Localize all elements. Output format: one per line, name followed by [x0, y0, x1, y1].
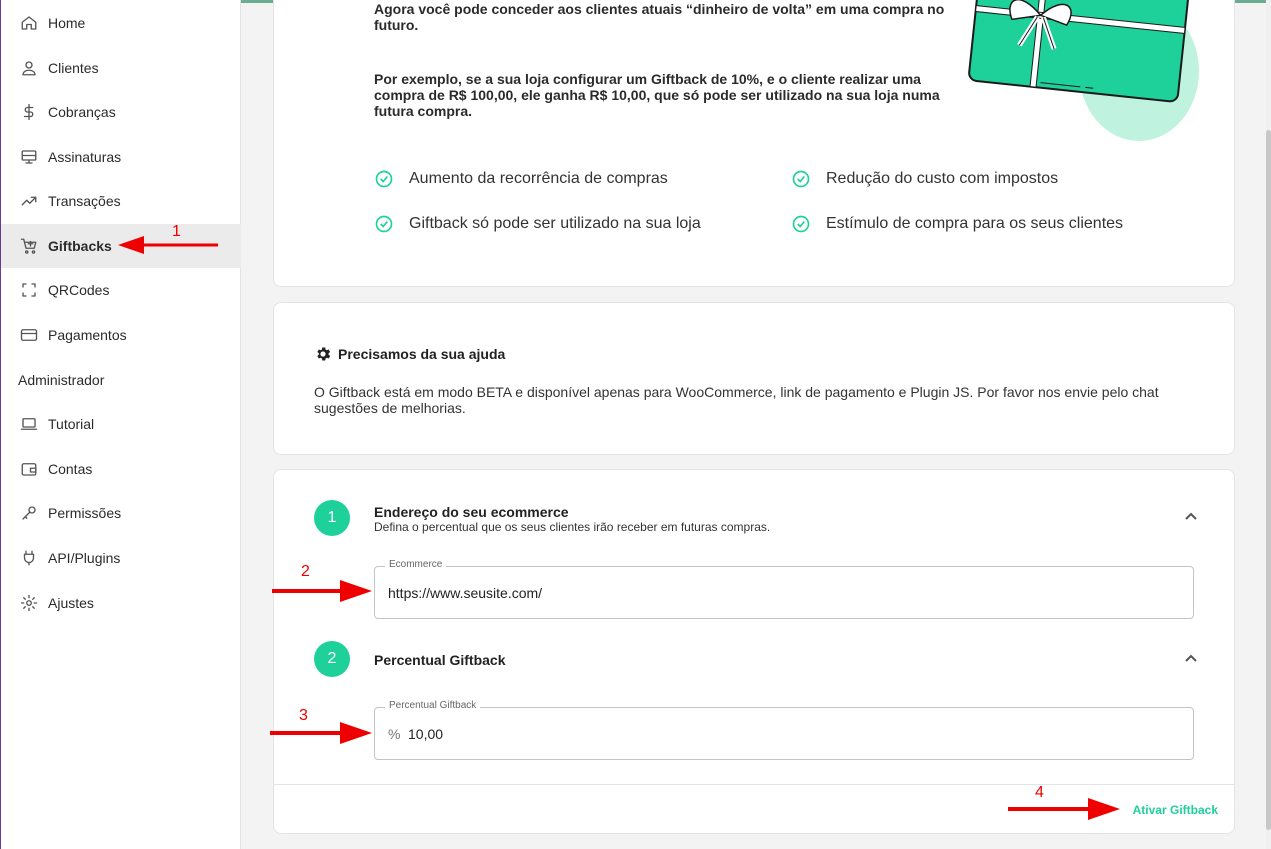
gear-icon [317, 347, 331, 361]
intro-text-2: Por exemplo, se a sua loja configurar um… [374, 71, 940, 119]
activate-giftback-button[interactable]: Ativar Giftback [1133, 803, 1218, 817]
sidebar-item-label: Home [48, 15, 86, 31]
benefit-label: Giftback só pode ser utilizado na sua lo… [409, 215, 701, 232]
check-circle-icon [375, 170, 393, 188]
help-card: Precisamos da sua ajuda O Giftback está … [273, 302, 1235, 455]
check-circle-icon [792, 170, 810, 188]
sidebar-item-tutorial[interactable]: Tutorial [1, 402, 241, 446]
sidebar-item-assinaturas[interactable]: Assinaturas [1, 135, 241, 179]
check-circle-icon [375, 215, 393, 233]
gear-icon [19, 593, 39, 613]
sidebar-item-qrcodes[interactable]: QRCodes [1, 268, 241, 312]
sidebar-item-contas[interactable]: Contas [1, 447, 241, 491]
cart-icon [19, 236, 39, 256]
sidebar-item-cobrancas[interactable]: Cobranças [1, 90, 241, 134]
sidebar-item-label: Permissões [48, 505, 122, 521]
sidebar-item-home[interactable]: Home [1, 1, 241, 45]
key-icon [19, 503, 39, 523]
home-icon [19, 13, 39, 33]
monitor-icon [19, 147, 39, 167]
ecommerce-field[interactable]: Ecommerce https://www.seusite.com/ [374, 559, 1194, 619]
card-divider [274, 784, 1234, 785]
collapse-step-2-button[interactable] [1184, 652, 1198, 666]
trending-up-icon [19, 191, 39, 211]
help-text: O Giftback está em modo BETA e disponíve… [314, 384, 1159, 416]
sidebar-item-label: Contas [48, 461, 93, 477]
sidebar-item-label: Ajustes [48, 595, 94, 611]
sidebar-item-label: Giftbacks [48, 238, 112, 254]
dollar-icon [19, 102, 39, 122]
percentual-giftback-field[interactable]: Percentual Giftback % 10,00 [374, 700, 1194, 760]
ecommerce-field-label: Ecommerce [385, 559, 447, 570]
sidebar-item-label: QRCodes [48, 282, 110, 298]
percentual-field-label: Percentual Giftback [385, 700, 481, 711]
annotation-number-2: 2 [301, 563, 310, 580]
sidebar-item-label: Pagamentos [48, 327, 127, 343]
help-title-text: Precisamos da sua ajuda [338, 346, 506, 362]
percentual-field-value[interactable]: 10,00 [408, 726, 443, 742]
step-number-1: 1 [314, 500, 350, 536]
wallet-icon [19, 459, 39, 479]
benefit-item: Giftback só pode ser utilizado na sua lo… [374, 214, 701, 234]
benefit-label: Aumento da recorrência de compras [409, 170, 668, 187]
giftback-intro-card: Agora você pode conceder aos clientes at… [273, 0, 1235, 287]
annotation-arrow-1 [118, 236, 218, 254]
step-title-2: Percentual Giftback [374, 652, 506, 668]
plug-icon [19, 548, 39, 568]
benefit-label: Redução do custo com impostos [826, 170, 1059, 187]
qr-frame-icon [19, 280, 39, 300]
annotation-arrow-4 [1008, 798, 1120, 820]
collapse-step-1-button[interactable] [1184, 510, 1198, 524]
step-subtitle-1: Defina o percentual que os seus clientes… [374, 520, 771, 534]
ecommerce-field-value[interactable]: https://www.seusite.com/ [388, 585, 542, 601]
percent-prefix: % [388, 726, 401, 742]
sidebar-item-label: Clientes [48, 60, 99, 76]
sidebar-item-clientes[interactable]: Clientes [1, 46, 241, 90]
chevron-up-icon [1185, 512, 1197, 520]
laptop-icon [19, 414, 39, 434]
gift-card-illustration [968, 0, 1199, 141]
benefit-item: Redução do custo com impostos [791, 169, 1058, 189]
sidebar-item-label: Assinaturas [48, 149, 122, 165]
annotation-arrow-2 [272, 580, 372, 602]
step-number-2: 2 [314, 641, 350, 677]
benefit-item: Estímulo de compra para os seus clientes [791, 214, 1123, 234]
check-circle-icon [792, 215, 810, 233]
sidebar: Home Clientes Cobranças Assinaturas Tran… [0, 0, 241, 849]
sidebar-section-admin: Administrador [18, 372, 105, 388]
annotation-arrow-3 [270, 722, 372, 744]
benefit-item: Aumento da recorrência de compras [374, 169, 668, 189]
sidebar-item-label: API/Plugins [48, 550, 121, 566]
sidebar-item-ajustes[interactable]: Ajustes [1, 581, 241, 625]
credit-card-icon [19, 325, 39, 345]
giftback-config-card: 1 Endereço do seu ecommerce Defina o per… [273, 469, 1235, 834]
sidebar-item-label: Transações [48, 193, 121, 209]
chevron-up-icon [1185, 654, 1197, 662]
intro-text-1: Agora você pode conceder aos clientes at… [374, 1, 945, 33]
help-title: Precisamos da sua ajuda [314, 345, 505, 363]
sidebar-item-label: Cobranças [48, 104, 116, 120]
benefit-label: Estímulo de compra para os seus clientes [826, 215, 1124, 232]
sidebar-item-api-plugins[interactable]: API/Plugins [1, 536, 241, 580]
page-scrollbar[interactable] [1266, 0, 1271, 849]
step-title-1: Endereço do seu ecommerce [374, 504, 569, 520]
sidebar-item-transacoes[interactable]: Transações [1, 179, 241, 223]
sidebar-item-pagamentos[interactable]: Pagamentos [1, 313, 241, 357]
sidebar-item-label: Tutorial [48, 416, 95, 432]
person-icon [19, 58, 39, 78]
sidebar-item-permissoes[interactable]: Permissões [1, 491, 241, 535]
scrollbar-thumb[interactable] [1266, 130, 1271, 830]
